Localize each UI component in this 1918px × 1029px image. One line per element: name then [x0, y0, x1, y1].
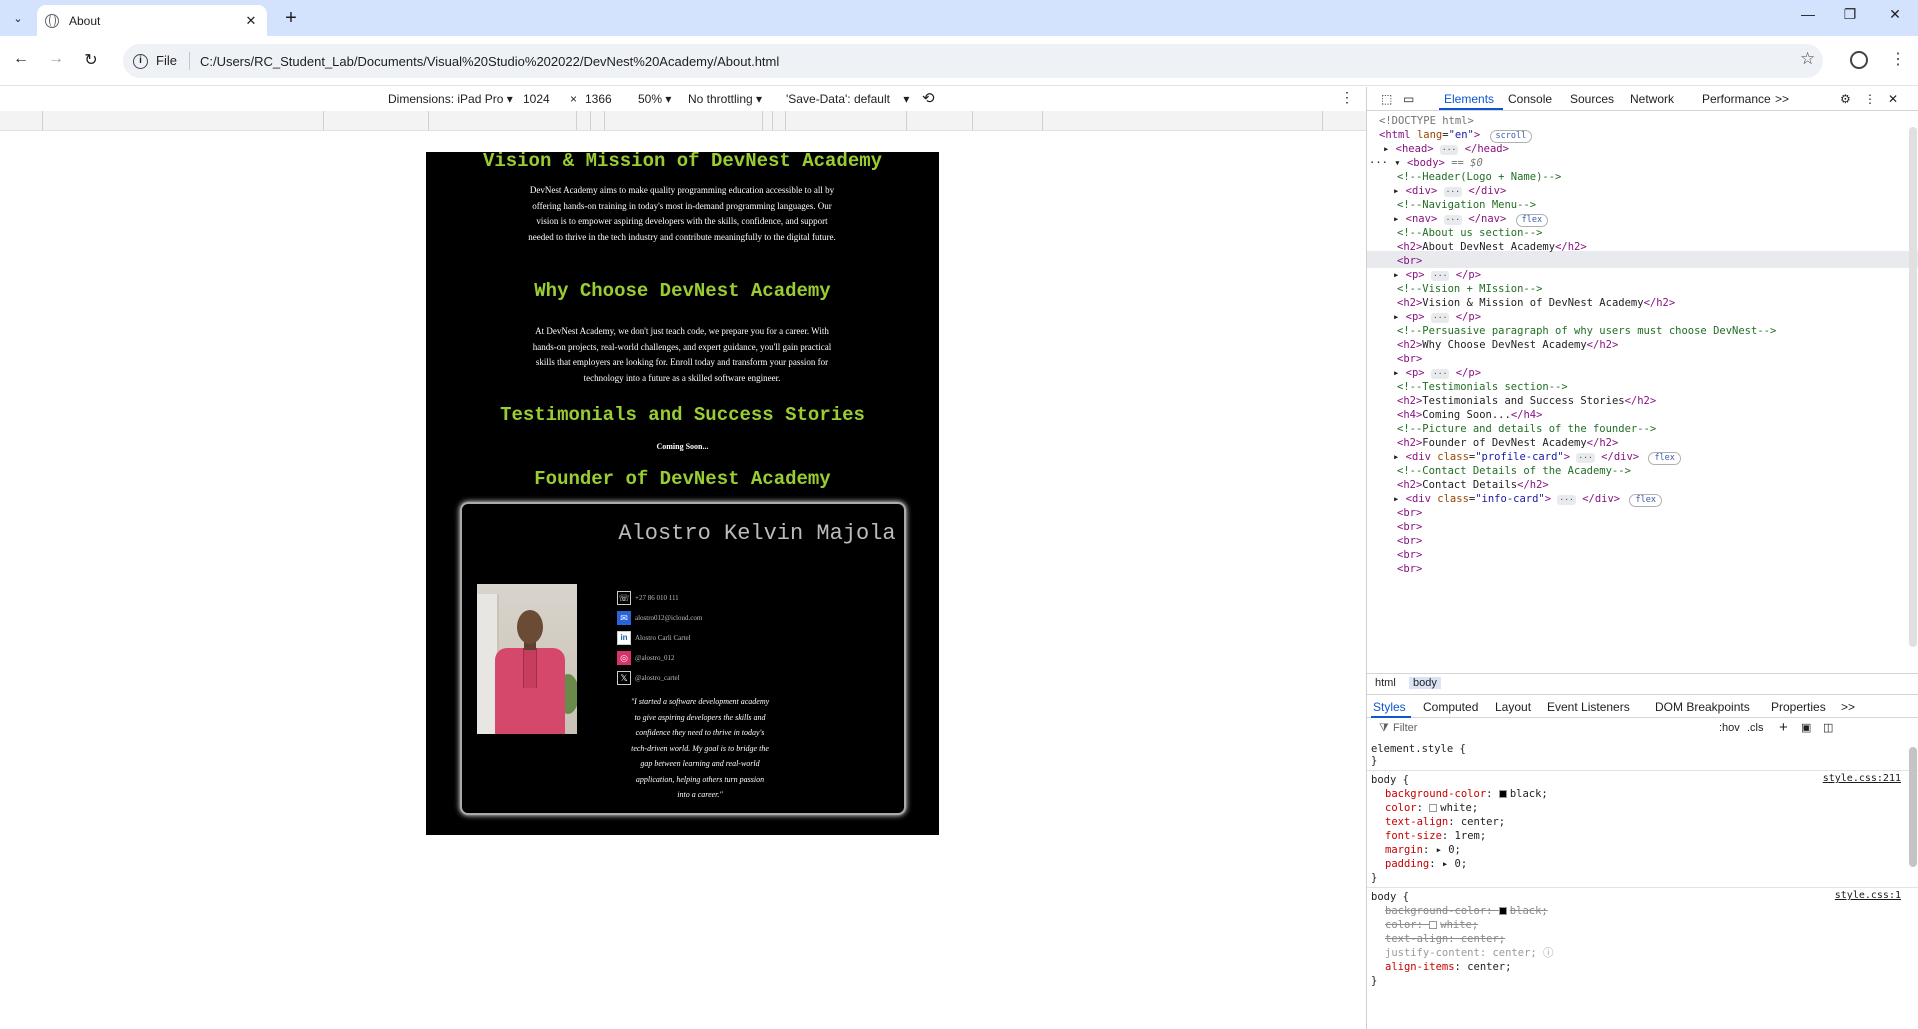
contact-x[interactable]: 𝕏 @alostro_cartel: [617, 668, 702, 688]
browser-tab-about[interactable]: About ✕: [37, 5, 267, 36]
globe-icon: [45, 13, 59, 28]
media-query-ruler: [0, 111, 1366, 131]
tab-network[interactable]: Network: [1630, 92, 1674, 106]
contact-phone[interactable]: ☏ +27 86 010 111: [617, 588, 702, 608]
sidebar-toggle-icon[interactable]: ◫: [1823, 721, 1833, 734]
founder-photo: [477, 584, 577, 734]
device-width-input[interactable]: 1024: [523, 92, 550, 106]
new-rule-plus-icon[interactable]: +: [1779, 719, 1788, 736]
filter-icon: ⧩: [1379, 722, 1389, 734]
x-icon: 𝕏: [617, 671, 631, 685]
devtools-panel: ⬚ ▭ Elements Console Sources Network Per…: [1366, 87, 1918, 1029]
contact-list: ☏ +27 86 010 111 ✉ alostro012@icloud.com i…: [617, 588, 702, 688]
tab-strip: ⌄ About ✕ + — ❐ ✕: [0, 0, 1918, 36]
tab-properties[interactable]: Properties: [1771, 700, 1826, 714]
filter-input[interactable]: Filter: [1393, 722, 1417, 734]
site-info-icon[interactable]: i: [133, 53, 148, 69]
testimonials-heading: Testimonials and Success Stories: [500, 404, 865, 426]
founder-heading: Founder of DevNest Academy: [534, 468, 831, 490]
device-height-input[interactable]: 1366: [585, 92, 612, 106]
founder-quote: "I started a software development academ…: [630, 697, 770, 799]
restore-icon[interactable]: ❐: [1838, 6, 1862, 23]
crumb-body[interactable]: body: [1409, 677, 1441, 689]
save-data-select[interactable]: 'Save-Data': default ▾: [786, 92, 909, 106]
breadcrumb: html body: [1367, 673, 1918, 693]
rule2-source-link[interactable]: style.css:1: [1835, 890, 1901, 901]
throttling-select[interactable]: No throttling ▾: [688, 92, 762, 106]
tab-computed[interactable]: Computed: [1423, 700, 1478, 714]
profile-avatar-icon[interactable]: [1850, 51, 1868, 69]
styles-filter-bar: ⧩ Filter :hov .cls + ▣ ◫: [1367, 718, 1918, 740]
forward-arrow-icon[interactable]: →: [45, 50, 67, 68]
more-tabs-button[interactable]: >>: [1775, 92, 1789, 106]
tab-search-chevron-icon[interactable]: ⌄: [6, 6, 30, 30]
device-toolbar-menu-icon[interactable]: ⋮: [1340, 89, 1354, 106]
tab-sources[interactable]: Sources: [1570, 92, 1614, 106]
profile-card: Alostro Kelvin Majola ☏ +27 86 010 111 ✉ a…: [460, 502, 906, 815]
contact-email[interactable]: ✉ alostro012@icloud.com: [617, 608, 702, 628]
dom-tree[interactable]: <!DOCTYPE html> <html lang="en"> scroll …: [1367, 113, 1918, 673]
reload-icon[interactable]: ↻: [80, 50, 102, 70]
vision-paragraph: DevNest Academy aims to make quality pro…: [528, 185, 836, 242]
tab-console[interactable]: Console: [1508, 92, 1552, 106]
bookmark-star-icon[interactable]: ☆: [1800, 49, 1815, 69]
mail-icon: ✉: [617, 611, 631, 625]
settings-gear-icon[interactable]: ⚙: [1840, 92, 1851, 106]
coming-soon-text: Coming Soon...: [656, 442, 709, 451]
device-toolbar: Dimensions: iPad Pro ▾ 1024 × 1366 50% ▾…: [0, 87, 1366, 111]
why-paragraph: At DevNest Academy, we don't just teach …: [532, 326, 832, 383]
new-tab-plus-icon[interactable]: +: [280, 7, 302, 29]
browser-menu-icon[interactable]: ⋮: [1890, 49, 1906, 69]
dimension-separator: ×: [570, 92, 578, 106]
zoom-select[interactable]: 50% ▾: [638, 92, 671, 106]
instagram-icon: ◎: [617, 651, 631, 665]
file-scheme-label: File: [156, 52, 190, 70]
dom-scrollbar[interactable]: [1909, 127, 1917, 647]
device-toggle-icon[interactable]: ▭: [1403, 92, 1414, 106]
linkedin-icon: in: [617, 631, 631, 645]
url-text[interactable]: C:/Users/RC_Student_Lab/Documents/Visual…: [200, 54, 779, 69]
tab-dom-breakpoints[interactable]: DOM Breakpoints: [1655, 700, 1750, 714]
close-window-icon[interactable]: ✕: [1883, 6, 1907, 23]
device-select[interactable]: Dimensions: iPad Pro ▾: [388, 92, 513, 106]
inspect-element-icon[interactable]: ⬚: [1381, 92, 1392, 106]
tab-event-listeners[interactable]: Event Listeners: [1547, 700, 1630, 714]
contact-instagram[interactable]: ◎ @alostro_012: [617, 648, 702, 668]
cls-toggle[interactable]: .cls: [1747, 722, 1764, 734]
address-bar[interactable]: i File C:/Users/RC_Student_Lab/Documents…: [123, 44, 1823, 78]
browser-toolbar: ← → ↻ i File C:/Users/RC_Student_Lab/Doc…: [0, 36, 1918, 86]
crumb-html[interactable]: html: [1375, 677, 1396, 689]
paint-icon[interactable]: ▣: [1801, 721, 1811, 734]
contact-linkedin[interactable]: in Alostro Carli Cartel: [617, 628, 702, 648]
styles-tabbar: Styles Computed Layout Event Listeners D…: [1367, 694, 1918, 718]
why-heading: Why Choose DevNest Academy: [534, 280, 831, 302]
close-devtools-icon[interactable]: ✕: [1888, 92, 1898, 106]
about-page: Vision & Mission of DevNest Academy DevN…: [426, 152, 939, 835]
founder-name: Alostro Kelvin Majola: [618, 521, 896, 546]
vision-heading: Vision & Mission of DevNest Academy: [482, 152, 883, 172]
rotate-icon[interactable]: ⟲: [922, 89, 935, 107]
tab-layout[interactable]: Layout: [1495, 700, 1531, 714]
phone-icon: ☏: [617, 591, 631, 605]
back-arrow-icon[interactable]: ←: [10, 50, 32, 68]
more-styles-tabs-button[interactable]: >>: [1841, 700, 1855, 714]
hov-toggle[interactable]: :hov: [1719, 722, 1740, 734]
styles-scrollbar[interactable]: [1909, 747, 1917, 867]
tab-performance[interactable]: Performance: [1702, 92, 1771, 106]
rule1-source-link[interactable]: style.css:211: [1823, 773, 1901, 784]
devtools-menu-icon[interactable]: ⋮: [1864, 92, 1876, 106]
devtools-tabbar: ⬚ ▭ Elements Console Sources Network Per…: [1367, 87, 1918, 111]
tab-styles[interactable]: Styles: [1373, 700, 1406, 714]
tab-elements[interactable]: Elements: [1444, 92, 1494, 106]
close-tab-icon[interactable]: ✕: [243, 13, 259, 29]
tab-title: About: [69, 13, 101, 28]
minimize-icon[interactable]: —: [1796, 6, 1820, 22]
